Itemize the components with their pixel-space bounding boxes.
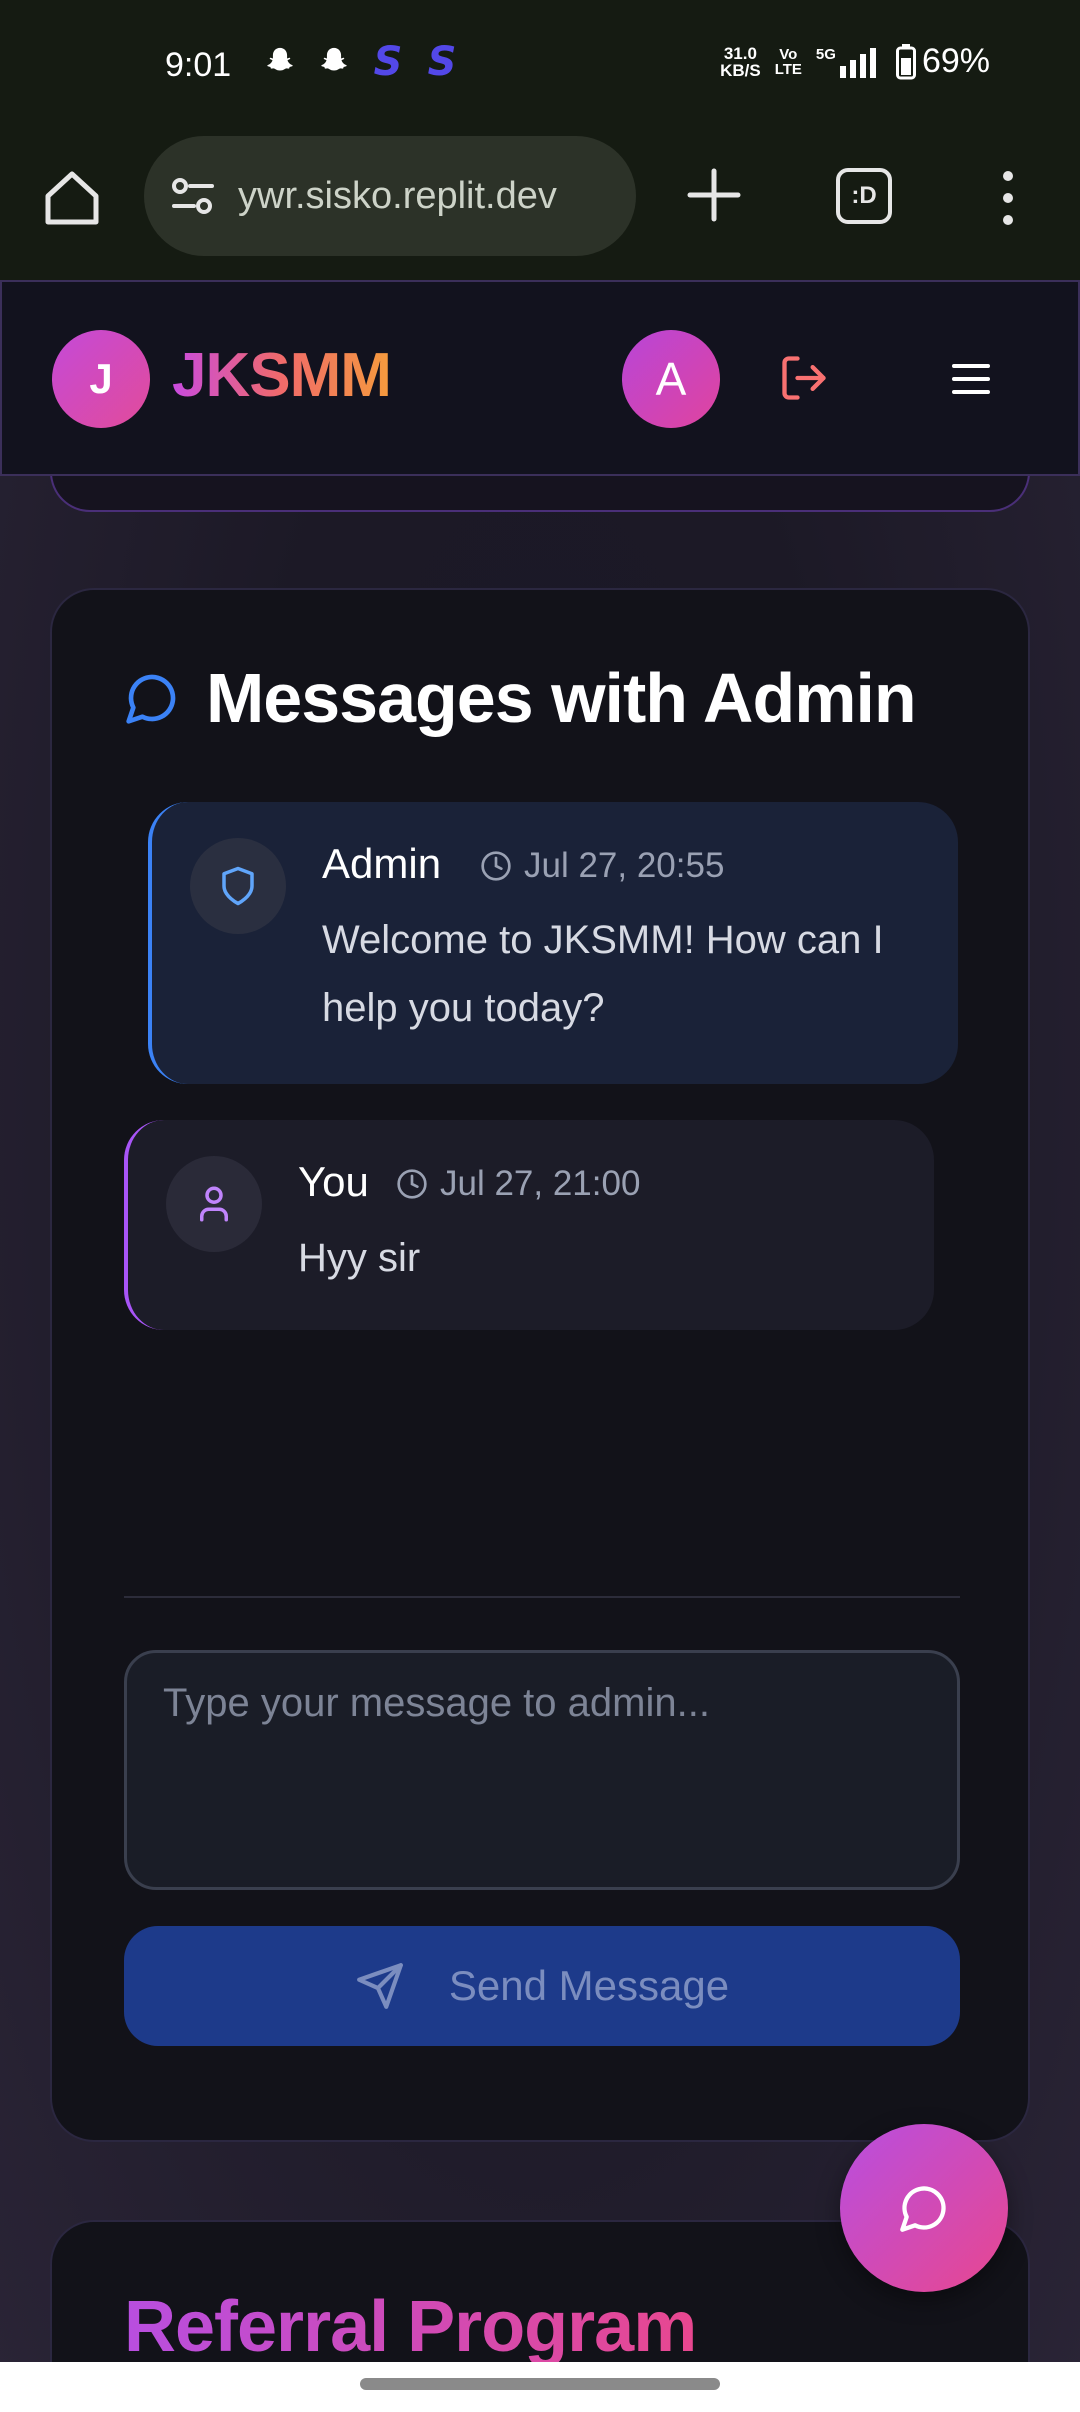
message-time: Jul 27, 20:55 bbox=[480, 846, 724, 886]
message-time-text: Jul 27, 20:55 bbox=[524, 846, 725, 885]
volte-icon: Vo LTE bbox=[775, 47, 802, 77]
shield-icon bbox=[222, 866, 254, 906]
logo-avatar[interactable]: J bbox=[52, 330, 150, 428]
notification-icons: S S bbox=[262, 39, 460, 85]
message-text-line: Welcome to JKSMM! How can I bbox=[322, 918, 884, 962]
referral-title: Referral Program bbox=[124, 2287, 697, 2367]
send-icon bbox=[356, 1963, 403, 2009]
message-sender: Admin bbox=[322, 840, 442, 887]
address-bar[interactable]: ywr.sisko.replit.dev bbox=[144, 136, 636, 256]
tab-switcher-button[interactable]: :D bbox=[836, 168, 892, 224]
network-type: 5G bbox=[815, 45, 836, 63]
logout-icon bbox=[782, 356, 826, 400]
page-content: Messages with Admin Admin Jul 27, 20:55 … bbox=[0, 476, 1080, 2412]
s-app-icon: S bbox=[427, 39, 457, 85]
message-sender: You bbox=[298, 1158, 369, 1205]
clock-icon bbox=[481, 851, 511, 881]
card-title: Messages with Admin bbox=[206, 659, 917, 737]
home-icon bbox=[45, 171, 99, 225]
more-vertical-icon bbox=[1003, 171, 1013, 225]
message-time: Jul 27, 21:00 bbox=[396, 1164, 640, 1204]
site-settings-icon[interactable] bbox=[168, 171, 218, 221]
message-time-text: Jul 27, 21:00 bbox=[440, 1164, 641, 1203]
previous-card bbox=[50, 476, 1030, 512]
message-text: Welcome to JKSMM! How can I help you tod… bbox=[322, 906, 884, 1042]
chat-fab-button[interactable] bbox=[840, 2124, 1008, 2292]
browser-menu-button[interactable] bbox=[990, 166, 1026, 230]
battery-percent: 69% bbox=[921, 42, 990, 80]
send-message-button[interactable]: Send Message bbox=[124, 1926, 960, 2046]
message-circle-icon bbox=[126, 674, 176, 724]
volte-line1: Vo bbox=[779, 45, 798, 63]
send-message-label: Send Message bbox=[448, 1962, 730, 2009]
message-circle-icon bbox=[900, 2186, 946, 2232]
home-button[interactable] bbox=[40, 166, 104, 230]
brand-name[interactable]: JKSMM bbox=[172, 340, 392, 411]
battery-icon bbox=[895, 43, 916, 79]
status-time: 9:01 bbox=[165, 46, 232, 84]
url-text[interactable]: ywr.sisko.replit.dev bbox=[238, 175, 618, 218]
net-speed-unit: KB/S bbox=[720, 60, 761, 80]
menu-icon bbox=[952, 364, 990, 394]
battery-indicator: 69% bbox=[895, 42, 990, 81]
s-app-icon: S bbox=[373, 39, 403, 85]
status-bar: 9:01 S S 31.0 KB/S Vo LTE 5G 69% bbox=[0, 0, 1080, 130]
card-header: Messages with Admin bbox=[124, 658, 917, 738]
volte-line2: LTE bbox=[774, 60, 802, 78]
message-item-user: You Jul 27, 21:00 Hyy sir bbox=[124, 1120, 934, 1330]
user-message-avatar bbox=[166, 1156, 262, 1252]
net-speed: 31.0 KB/S bbox=[720, 45, 761, 79]
gesture-handle[interactable] bbox=[360, 2378, 720, 2390]
message-text: Hyy sir bbox=[298, 1236, 421, 1280]
snapchat-icon bbox=[316, 44, 352, 80]
snapchat-icon bbox=[262, 44, 298, 80]
divider bbox=[124, 1596, 960, 1598]
app-header: J JKSMM A bbox=[0, 280, 1080, 476]
plus-icon bbox=[687, 168, 741, 222]
net-speed-value: 31.0 bbox=[723, 43, 757, 63]
messages-card: Messages with Admin Admin Jul 27, 20:55 … bbox=[50, 588, 1030, 2142]
system-status-icons: 31.0 KB/S Vo LTE 5G 69% bbox=[720, 42, 990, 81]
message-input[interactable] bbox=[124, 1650, 960, 1890]
system-nav-bar bbox=[0, 2362, 1080, 2412]
logout-button[interactable] bbox=[778, 352, 830, 404]
clock-icon bbox=[397, 1169, 427, 1199]
admin-avatar bbox=[190, 838, 286, 934]
user-icon bbox=[200, 1186, 228, 1222]
user-avatar[interactable]: A bbox=[622, 330, 720, 428]
message-item-admin: Admin Jul 27, 20:55 Welcome to JKSMM! Ho… bbox=[148, 802, 958, 1084]
hamburger-menu-button[interactable] bbox=[946, 354, 996, 404]
browser-toolbar: ywr.sisko.replit.dev :D bbox=[0, 130, 1080, 280]
signal-icon: 5G bbox=[816, 46, 882, 78]
message-text-line: help you today? bbox=[322, 986, 605, 1030]
new-tab-button[interactable] bbox=[684, 165, 744, 225]
